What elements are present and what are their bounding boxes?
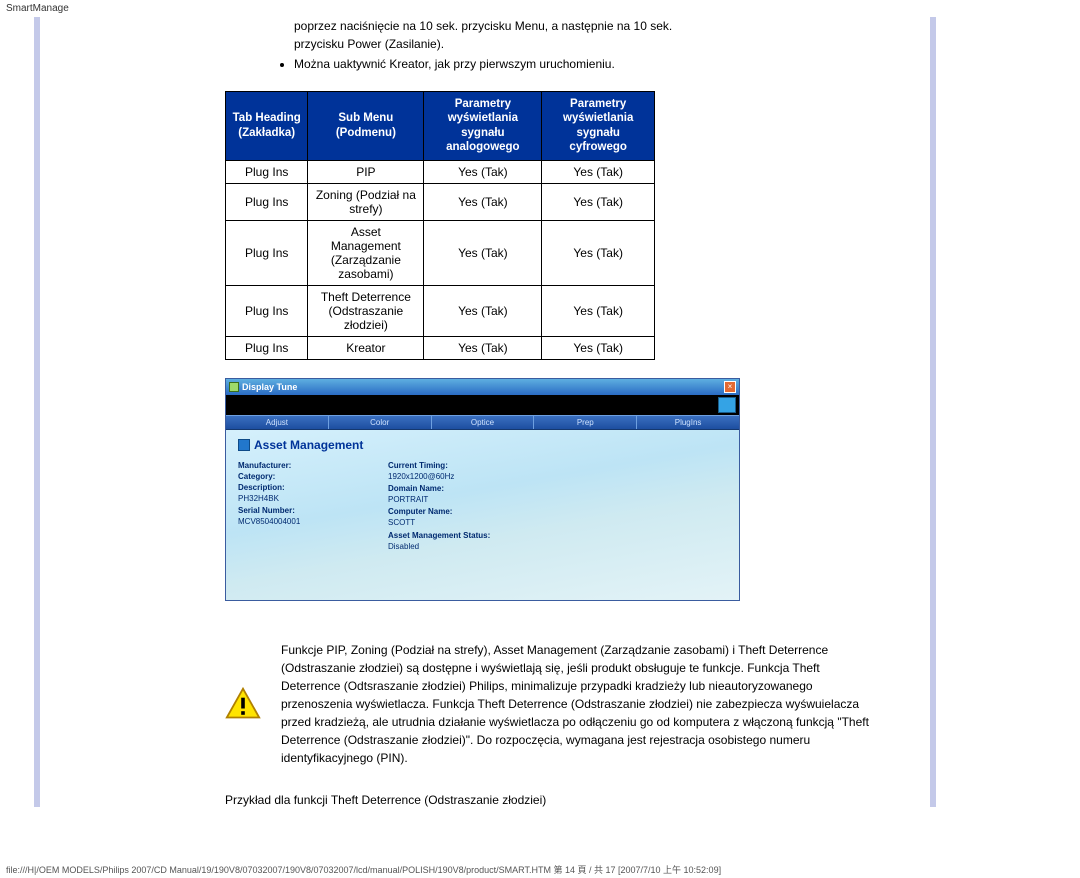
timing-value: 1920x1200@60Hz	[388, 471, 588, 482]
content-area: poprzez naciśnięcie na 10 sek. przycisku…	[40, 17, 930, 807]
section-heading: Asset Management	[254, 438, 363, 452]
menu-optice[interactable]: Optice	[432, 416, 535, 429]
menu-plugins[interactable]: PlugIns	[637, 416, 739, 429]
close-icon[interactable]: ×	[724, 381, 736, 393]
manufacturer-label: Manufacturer:	[238, 460, 348, 471]
app-icon	[229, 382, 239, 392]
top-label: SmartManage	[0, 0, 1080, 17]
menu-color[interactable]: Color	[329, 416, 432, 429]
table-row: Plug Ins Zoning (Podział na strefy) Yes …	[226, 183, 655, 220]
col-header-analog: Parametry wyświetlania sygnału analogowe…	[424, 92, 542, 161]
domain-value: PORTRAIT	[388, 494, 588, 505]
embedded-screenshot: Display Tune × Adjust Color Optice Prep …	[225, 378, 740, 601]
serial-label: Serial Number:	[238, 505, 348, 516]
col-header-digital: Parametry wyświetlania sygnału cyfrowego	[542, 92, 655, 161]
category-label: Category:	[238, 471, 348, 482]
description-value: PH32H4BK	[238, 493, 348, 504]
table-row: Plug Ins Theft Deterrence (Odstraszanie …	[226, 285, 655, 336]
warning-text: Funkcje PIP, Zoning (Podział na strefy),…	[281, 641, 870, 767]
intro-paragraph: poprzez naciśnięcie na 10 sek. przycisku…	[50, 17, 900, 73]
table-row: Plug Ins Kreator Yes (Tak) Yes (Tak)	[226, 336, 655, 359]
computer-value: SCOTT	[388, 517, 588, 528]
monitor-icon	[718, 397, 736, 413]
menu-adjust[interactable]: Adjust	[226, 416, 329, 429]
computer-label: Computer Name:	[388, 506, 588, 517]
warning-row: Funkcje PIP, Zoning (Podział na strefy),…	[50, 641, 900, 767]
window-titlebar: Display Tune ×	[226, 379, 739, 395]
status-value: Disabled	[388, 541, 588, 552]
screenshot-body: Asset Management Manufacturer: Category:…	[226, 430, 739, 600]
intro-line2: Można uaktywnić Kreator, jak przy pierws…	[294, 55, 720, 73]
domain-label: Domain Name:	[388, 483, 588, 494]
menu-bar: Adjust Color Optice Prep PlugIns	[226, 415, 739, 430]
intro-line1: poprzez naciśnięcie na 10 sek. przycisku…	[294, 17, 720, 53]
page-frame: poprzez naciśnięcie na 10 sek. przycisku…	[0, 17, 1080, 807]
right-rail	[930, 17, 1080, 807]
example-line: Przykład dla funkcji Theft Deterrence (O…	[225, 793, 900, 807]
col-header-tab: Tab Heading (Zakładka)	[226, 92, 308, 161]
product-band	[226, 395, 739, 415]
footer-path: file:///H|/OEM MODELS/Philips 2007/CD Ma…	[0, 861, 1080, 878]
serial-value: MCV8504004001	[238, 516, 348, 527]
description-label: Description:	[238, 482, 348, 493]
parameters-table: Tab Heading (Zakładka) Sub Menu (Podmenu…	[225, 91, 655, 360]
col-header-submenu: Sub Menu (Podmenu)	[308, 92, 424, 161]
menu-prep[interactable]: Prep	[534, 416, 637, 429]
table-row: Plug Ins PIP Yes (Tak) Yes (Tak)	[226, 160, 655, 183]
left-rail	[0, 17, 40, 807]
asset-management-icon	[238, 439, 250, 451]
status-label: Asset Management Status:	[388, 530, 588, 541]
window-title: Display Tune	[242, 382, 297, 392]
warning-icon	[225, 686, 261, 722]
table-row: Plug Ins Asset Management (Zarządzanie z…	[226, 220, 655, 285]
timing-label: Current Timing:	[388, 460, 588, 471]
